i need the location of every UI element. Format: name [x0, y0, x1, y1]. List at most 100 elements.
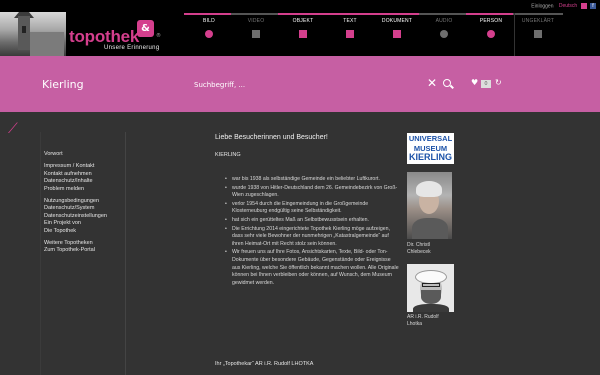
portrait-caption: AR i.R. Rudolf Lhotka	[407, 314, 439, 328]
nav-indicator	[231, 13, 281, 15]
nav-indicator	[184, 13, 234, 15]
favorites-count: 0	[481, 80, 491, 88]
nav-ungeklaert[interactable]: UNGEKLÄRT	[513, 13, 563, 56]
place-title: Kierling	[42, 78, 84, 91]
nav-indicator	[372, 13, 422, 15]
church-nave	[30, 32, 64, 56]
portrait-photo	[407, 172, 452, 239]
site-logo-text[interactable]: topothek	[69, 27, 139, 47]
sidebar-item-nutzungsbedingungen[interactable]: Nutzungsbedingungen	[44, 198, 124, 205]
portrait-beard	[421, 290, 441, 304]
image-icon	[205, 30, 213, 38]
nav-label: UNGEKLÄRT	[521, 18, 555, 24]
museum-logo-line: KIERLING	[408, 152, 452, 162]
caption-line: Lhotka	[407, 321, 423, 327]
film-icon	[252, 30, 260, 38]
portrait-photo	[407, 264, 454, 312]
nav-label: PERSON	[479, 18, 503, 24]
nav-audio[interactable]: AUDIO	[419, 13, 469, 56]
church-window	[22, 26, 26, 33]
column-divider	[125, 132, 126, 375]
site-logo-subtitle: Unsere Erinnerung	[104, 45, 160, 51]
nav-label: OBJEKT	[292, 18, 314, 24]
sidebar-group: Nutzungsbedingungen Datenschutz/System D…	[44, 198, 124, 235]
nav-text[interactable]: TEXT	[325, 13, 375, 56]
sidebar-item-problem-melden[interactable]: Problem melden	[44, 186, 124, 193]
twitter-icon[interactable]	[580, 3, 587, 9]
sidebar-item-datenschutzeinstellungen[interactable]: Datenschutzeinstellungen	[44, 213, 124, 220]
language-select[interactable]: Deutsch	[559, 3, 577, 9]
facebook-icon[interactable]: f	[590, 3, 596, 9]
nav-video[interactable]: VIDEO	[231, 13, 281, 56]
nav-label: TEXT	[343, 18, 357, 24]
refresh-icon[interactable]: ↻	[495, 78, 502, 88]
nav-indicator	[466, 13, 516, 15]
caption-line: AR i.R. Rudolf	[407, 314, 439, 320]
sidebar-item-projekt-von[interactable]: Ein Projekt von	[44, 220, 124, 227]
login-link[interactable]: Einloggen	[531, 3, 553, 9]
nav-label: VIDEO	[247, 18, 265, 24]
section-title: KIERLING	[215, 152, 241, 158]
column-divider	[40, 132, 41, 375]
list-item: Die Errichtung 2014 eingerichtete Topoth…	[215, 226, 400, 249]
sidebar-item-portal[interactable]: Zum Topothek-Portal	[44, 247, 124, 254]
question-icon	[534, 30, 542, 38]
tool-menu-icon[interactable]: ⟋	[8, 122, 18, 136]
registered-icon: ®	[156, 33, 161, 39]
search-icon[interactable]	[443, 79, 451, 87]
nav-dokument[interactable]: DOKUMENT	[372, 13, 422, 56]
sidebar-item-die-topothek[interactable]: Die Topothek	[44, 228, 124, 235]
object-icon	[299, 30, 307, 38]
nav-label: AUDIO	[435, 18, 453, 24]
nav-indicator	[419, 13, 469, 15]
sidebar-item-datenschutz-system[interactable]: Datenschutz/System	[44, 205, 124, 212]
church-logo-image[interactable]	[0, 12, 66, 56]
nav-person[interactable]: PERSON	[466, 13, 516, 56]
nav-indicator	[513, 13, 563, 15]
search-input[interactable]	[194, 78, 419, 92]
portrait-caption: Dir. Christl Chlebecek	[407, 242, 431, 256]
clear-search-icon[interactable]: ✕	[427, 76, 437, 90]
nav-label: BILD	[203, 18, 215, 24]
text-icon	[346, 30, 354, 38]
list-item: Wir freuen uns auf Ihre Fotos, Ansichtsk…	[215, 249, 400, 287]
portrait-glasses	[422, 283, 440, 287]
page-heading: Liebe Besucherinnen und Besucher!	[215, 134, 328, 141]
portrait-hair	[416, 181, 442, 197]
sidebar-group: Impressum / Kontakt Kontakt aufnehmen Da…	[44, 163, 124, 193]
audio-icon	[440, 30, 448, 38]
sidebar-item-impressum[interactable]: Impressum / Kontakt	[44, 163, 124, 170]
nav-label: DOKUMENT	[381, 18, 413, 24]
page-root: topothek & ® Unsere Erinnerung Einloggen…	[0, 0, 600, 375]
sidebar-group: Weitere Topotheken Zum Topothek-Portal	[44, 240, 124, 255]
nav-indicator	[325, 13, 375, 15]
sidebar-item-kontakt[interactable]: Kontakt aufnehmen	[44, 171, 124, 178]
sidebar-item-vorwort[interactable]: Vorwort	[44, 151, 124, 158]
caption-line: Chlebecek	[407, 249, 431, 255]
list-item: hat sich ein gerütteltes Maß an Selbstbe…	[215, 217, 400, 225]
favorites-heart-icon[interactable]: ♥	[471, 79, 478, 87]
museum-logo[interactable]: UNIVERSAL MUSEUM KIERLING	[407, 133, 454, 164]
nav-divider	[514, 13, 515, 56]
nav-objekt[interactable]: OBJEKT	[278, 13, 328, 56]
church-tower	[18, 16, 30, 50]
portrait-body	[412, 218, 448, 239]
portrait-body	[413, 304, 449, 312]
sidebar-item-datenschutz-inhalte[interactable]: Datenschutz/Inhalte	[44, 178, 124, 185]
sidebar-item-weitere-topotheken[interactable]: Weitere Topotheken	[44, 240, 124, 247]
list-item: wurde 1938 von Hitler-Deutschland dem 26…	[215, 185, 400, 200]
bullet-list: war bis 1938 als selbständige Gemeinde e…	[215, 176, 400, 287]
intro-text: Liebe Besucherinnen und Besucher! KIERLI…	[215, 134, 400, 288]
person-icon	[487, 30, 495, 38]
list-item: verlor 1954 durch die Eingemeindung in d…	[215, 201, 400, 216]
museum-logo-line: UNIVERSAL	[408, 134, 453, 143]
top-utility-links: Einloggen Deutsch f	[531, 3, 596, 9]
list-item: war bis 1938 als selbständige Gemeinde e…	[215, 176, 400, 184]
signoff-text: Ihr „Topothekar“ AR i.R. Rudolf LHOTKA	[215, 361, 314, 367]
document-icon	[393, 30, 401, 38]
caption-line: Dir. Christl	[407, 242, 431, 248]
nav-bild[interactable]: BILD	[184, 13, 234, 56]
portrait-hair	[415, 270, 447, 284]
topothek-mark-icon: &	[137, 20, 154, 37]
sidebar-menu: Vorwort Impressum / Kontakt Kontakt aufn…	[44, 151, 124, 260]
